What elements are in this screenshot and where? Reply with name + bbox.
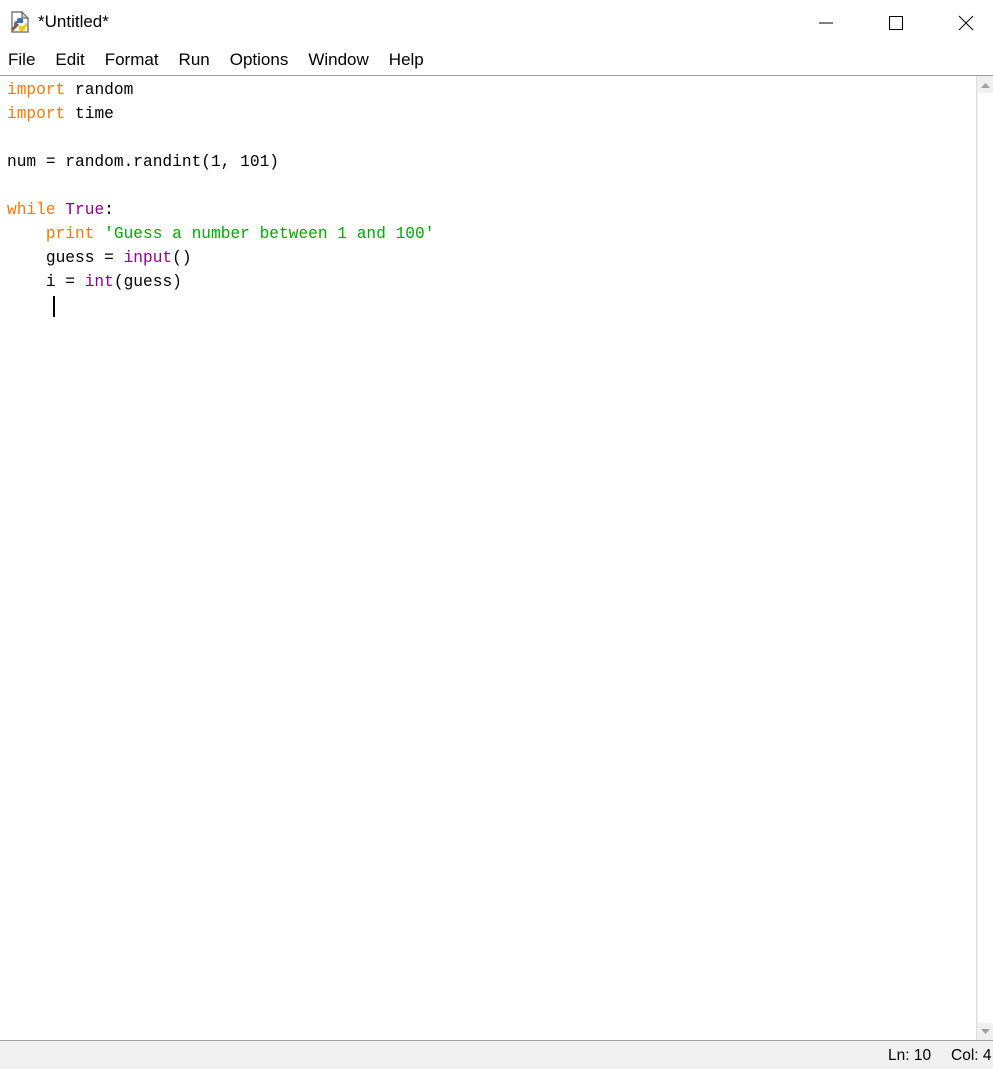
text-cursor: [53, 296, 55, 317]
menu-window[interactable]: Window: [298, 45, 378, 75]
window-title: *Untitled*: [38, 12, 109, 31]
menu-run[interactable]: Run: [169, 45, 220, 75]
code-token: True: [65, 201, 105, 219]
code-line: guess = input(): [7, 246, 434, 270]
minimize-icon: [819, 22, 833, 23]
code-line: while True:: [7, 198, 434, 222]
menu-format[interactable]: Format: [95, 45, 169, 75]
code-token: num = random.randint(1, 101): [7, 153, 279, 171]
code-token: guess =: [7, 249, 124, 267]
code-line: print 'Guess a number between 1 and 100': [7, 222, 435, 246]
menu-help[interactable]: Help: [379, 45, 434, 75]
maximize-icon: [889, 15, 903, 30]
column-number-status: Col: 4: [951, 1047, 992, 1064]
code-token: input: [123, 249, 173, 267]
code-token: (): [172, 249, 192, 267]
code-token: import: [7, 81, 66, 99]
maximize-button[interactable]: [861, 0, 931, 45]
minimize-button[interactable]: [791, 0, 861, 45]
line-number-status: Ln: 10: [888, 1047, 932, 1064]
menu-bar: File Edit Format Run Options Window Help: [0, 45, 993, 76]
code-token: i =: [7, 273, 85, 291]
code-line: num = random.randint(1, 101): [7, 150, 434, 174]
scroll-up-button[interactable]: [977, 76, 993, 93]
code-token: time: [65, 105, 114, 123]
scroll-up-arrow-icon: [981, 82, 990, 88]
scroll-down-button[interactable]: [977, 1023, 993, 1040]
menu-edit[interactable]: Edit: [45, 45, 94, 75]
vertical-scrollbar[interactable]: [976, 76, 993, 1040]
code-editor[interactable]: import random import time num = random.ran…: [0, 76, 976, 1040]
code-line: import random: [7, 78, 434, 102]
scroll-down-arrow-icon: [981, 1028, 990, 1034]
code-line: import time: [7, 102, 434, 126]
code-token: random: [65, 81, 134, 99]
code-token: print: [45, 225, 95, 243]
code-token: import: [7, 105, 66, 123]
code-token: :: [104, 201, 114, 219]
python-idle-file-icon: [8, 10, 32, 34]
close-icon: [958, 15, 974, 30]
code-token: (guess): [113, 273, 182, 291]
code-token: int: [84, 273, 114, 291]
menu-options[interactable]: Options: [220, 45, 299, 75]
close-button[interactable]: [931, 0, 993, 45]
scroll-thumb[interactable]: [978, 93, 993, 1023]
title-bar: *Untitled*: [0, 0, 993, 46]
status-bar: Ln: 10 Col: 4: [0, 1040, 993, 1069]
code-text[interactable]: import random import time num = random.ran…: [7, 78, 434, 318]
code-token: while: [7, 201, 56, 219]
code-token: 'Guess a number between 1 and 100': [104, 225, 435, 243]
code-line: [7, 294, 434, 318]
code-line: i = int(guess): [7, 270, 434, 294]
menu-file[interactable]: File: [0, 45, 45, 75]
